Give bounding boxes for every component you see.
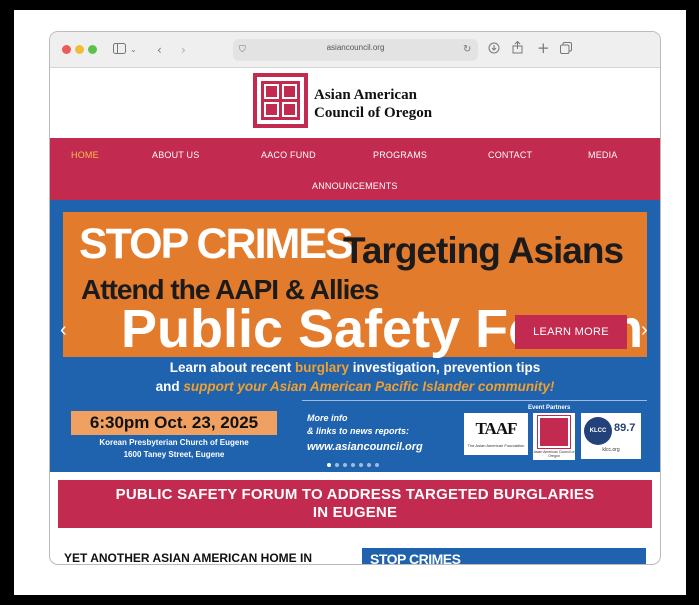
event-partners-label: Event Partners xyxy=(528,405,571,411)
nav-item-home[interactable]: HOME xyxy=(71,149,99,161)
nav-item-contact[interactable]: CONTACT xyxy=(488,149,532,161)
links-to-label: & links to news reports: xyxy=(307,426,410,436)
minimize-window-button[interactable] xyxy=(75,45,84,54)
banner-support-line: and support your Asian American Pacific … xyxy=(155,379,555,394)
tabs-overview-icon[interactable] xyxy=(560,41,572,59)
article-teaser-title[interactable]: YET ANOTHER ASIAN AMERICAN HOME IN xyxy=(64,551,312,564)
nav-item-programs[interactable]: PROGRAMS xyxy=(373,149,427,161)
learn-more-button[interactable]: LEARN MORE xyxy=(515,315,627,349)
close-window-button[interactable] xyxy=(62,45,71,54)
event-date: 6:30pm Oct. 23, 2025 xyxy=(71,411,277,435)
main-nav: HOME ABOUT US AACO FUND PROGRAMS CONTACT… xyxy=(50,138,660,200)
zoom-window-button[interactable] xyxy=(88,45,97,54)
url-text[interactable]: asiancouncil.org xyxy=(233,43,478,52)
website-url: www.asiancouncil.org xyxy=(307,441,423,453)
logo-mark-icon xyxy=(261,81,300,120)
screenshot-stage: ⌄ ‹ › ⛉ asiancouncil.org ↻ + Asian Ameri… xyxy=(0,0,699,605)
article-headline-box[interactable]: PUBLIC SAFETY FORUM TO ADDRESS TARGETED … xyxy=(58,480,652,528)
more-info-label: More info xyxy=(307,413,348,423)
banner-targeting-asians: Targeting Asians xyxy=(343,230,624,271)
aaco-mark-icon xyxy=(537,415,571,449)
sidebar-icon[interactable] xyxy=(113,41,126,59)
new-tab-icon[interactable]: + xyxy=(537,39,550,57)
slider-dot[interactable] xyxy=(359,463,363,467)
banner-stop-crimes: STOP CRIMES xyxy=(79,220,354,268)
reload-icon[interactable]: ↻ xyxy=(463,41,471,59)
banner-learn-line: Learn about recent burglary investigatio… xyxy=(169,360,541,375)
chevron-down-icon[interactable]: ⌄ xyxy=(130,41,137,59)
browser-window: ⌄ ‹ › ⛉ asiancouncil.org ↻ + Asian Ameri… xyxy=(50,32,660,564)
slider-dot[interactable] xyxy=(343,463,347,467)
slider-prev-icon[interactable]: ‹ xyxy=(60,318,67,342)
slider-next-icon[interactable]: › xyxy=(641,318,648,342)
slider-dot[interactable] xyxy=(335,463,339,467)
slider-dot[interactable] xyxy=(327,463,331,467)
hero-slider[interactable]: STOP CRIMES Targeting Asians Attend the … xyxy=(50,200,660,472)
share-icon[interactable] xyxy=(512,40,523,59)
article-thumbnail[interactable]: STOP CRIMES xyxy=(362,548,646,564)
event-address: 1600 Taney Street, Eugene xyxy=(123,450,225,459)
nav-item-announcements[interactable]: ANNOUNCEMENTS xyxy=(312,180,398,192)
taaf-logo: TAAF The Asian American Foundation xyxy=(464,413,528,455)
download-icon[interactable] xyxy=(488,41,500,59)
org-name-line2: Council of Oregon xyxy=(314,105,433,121)
banner-divider xyxy=(302,400,647,401)
nav-item-aaco-fund[interactable]: AACO FUND xyxy=(261,149,316,161)
nav-item-media[interactable]: MEDIA xyxy=(588,149,618,161)
slider-dot[interactable] xyxy=(367,463,371,467)
aaco-logo[interactable] xyxy=(253,73,308,128)
address-bar[interactable]: ⛉ asiancouncil.org ↻ xyxy=(233,39,478,61)
slider-dot[interactable] xyxy=(351,463,355,467)
aaco-partner-logo: Asian American Council of Oregon xyxy=(533,413,575,460)
browser-toolbar: ⌄ ‹ › ⛉ asiancouncil.org ↻ + xyxy=(50,32,660,68)
site-header: Asian American Council of Oregon xyxy=(50,68,660,138)
org-name[interactable]: Asian American Council of Oregon xyxy=(314,86,494,122)
nav-item-about-us[interactable]: ABOUT US xyxy=(152,149,199,161)
forward-icon[interactable]: › xyxy=(181,41,186,59)
slider-dot[interactable] xyxy=(375,463,379,467)
thumbnail-text: STOP CRIMES xyxy=(370,551,461,564)
back-icon[interactable]: ‹ xyxy=(157,41,162,59)
article-headline-line2: IN EUGENE xyxy=(312,504,398,521)
article-headline-line1: PUBLIC SAFETY FORUM TO ADDRESS TARGETED … xyxy=(115,486,595,503)
klcc-logo: KLCC 89.7 klcc.org xyxy=(581,413,641,459)
org-name-line1: Asian American xyxy=(314,87,417,103)
event-venue: Korean Presbyterian Church of Eugene xyxy=(99,438,249,447)
